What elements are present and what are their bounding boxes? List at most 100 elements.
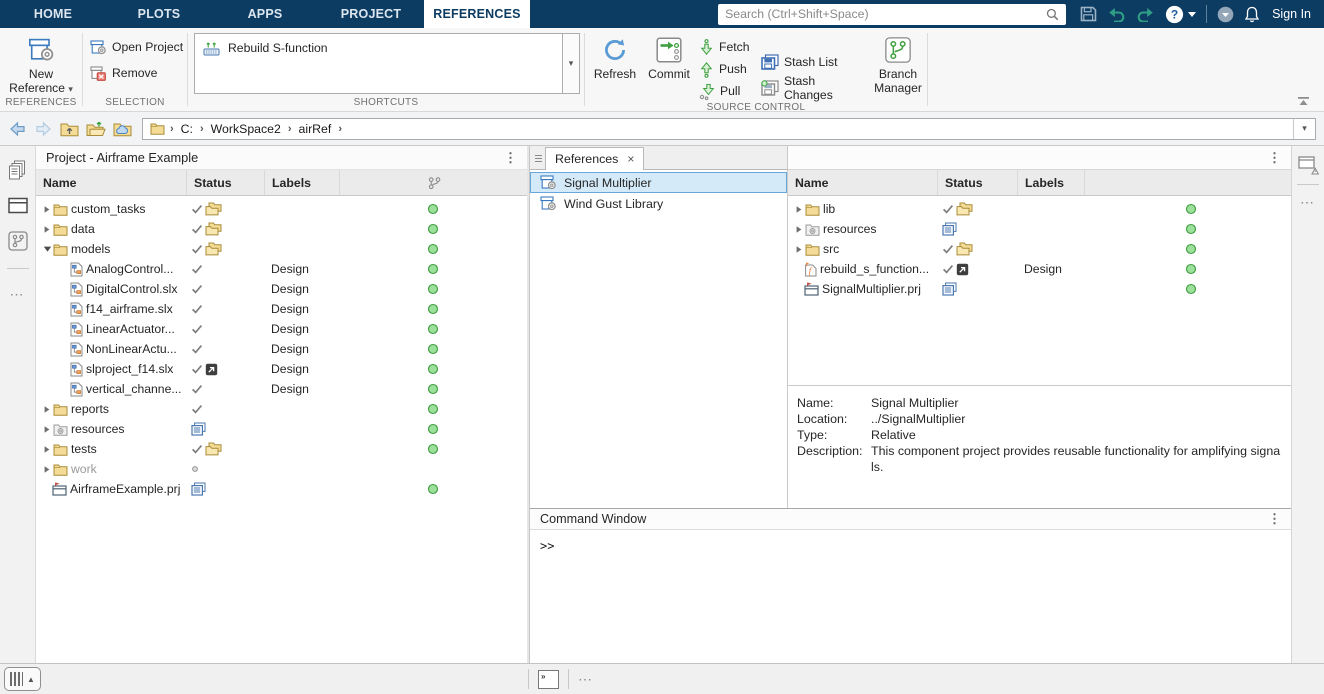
tree-row[interactable]: AirframeExample.prj [36, 479, 527, 499]
tree-row[interactable]: work [36, 459, 527, 479]
push-button[interactable]: Push [699, 58, 757, 80]
expander-collapsed-icon[interactable] [793, 205, 805, 214]
save-button[interactable] [1080, 6, 1097, 22]
search-input[interactable] [725, 7, 1046, 21]
files-panel-icon[interactable] [8, 160, 27, 180]
reference-list-item[interactable]: Signal Multiplier [530, 172, 787, 193]
tree-row[interactable]: f14_airframe.slxDesign [36, 299, 527, 319]
global-search[interactable] [718, 4, 1066, 25]
folder-history-dropdown[interactable]: ▾ [1293, 119, 1315, 139]
breadcrumb-airref[interactable]: airRef [297, 122, 334, 136]
cloud-folder-button[interactable] [113, 121, 132, 137]
community-button[interactable] [1217, 6, 1234, 23]
tree-row[interactable]: reports [36, 399, 527, 419]
tree-row[interactable]: SignalMultiplier.prj [788, 279, 1291, 299]
help-button[interactable]: ? [1165, 5, 1196, 24]
project-checks-panel-icon[interactable] [1298, 156, 1319, 175]
ribbon-tab-home[interactable]: HOME [0, 0, 106, 28]
new-reference-button[interactable]: New Reference ▾ [8, 28, 74, 97]
more-tools-button[interactable]: ⋯ [578, 671, 594, 688]
more-panels-button[interactable]: ⋯ [10, 286, 26, 303]
shortcuts-dropdown-button[interactable]: ▾ [562, 34, 579, 93]
open-project-button[interactable]: Open Project [83, 37, 187, 57]
ribbon-tab-apps[interactable]: APPS [212, 0, 318, 28]
tree-row[interactable]: models [36, 239, 527, 259]
column-header-status[interactable]: Status [938, 170, 1018, 195]
expander-expanded-icon[interactable] [41, 245, 53, 253]
close-icon[interactable]: × [627, 152, 634, 166]
chevron-down-icon: ▾ [1302, 123, 1307, 134]
tree-row[interactable]: src [788, 239, 1291, 259]
tree-row[interactable]: NonLinearActu...Design [36, 339, 527, 359]
stash-changes-button[interactable]: Stash Changes [761, 75, 865, 101]
tree-row[interactable]: slproject_f14.slxDesign [36, 359, 527, 379]
ribbon-tab-plots[interactable]: PLOTS [106, 0, 212, 28]
browse-folder-button[interactable] [86, 121, 106, 137]
panel-menu-button[interactable]: ⋮ [1268, 150, 1281, 166]
expander-collapsed-icon[interactable] [41, 465, 53, 474]
undo-button[interactable] [1107, 7, 1126, 22]
minimize-toolstrip-button[interactable] [1297, 97, 1310, 106]
tree-row[interactable]: DigitalControl.slxDesign [36, 279, 527, 299]
fetch-button[interactable]: Fetch [699, 36, 757, 58]
panel-menu-button[interactable]: ⋮ [504, 150, 517, 166]
ribbon-tab-references[interactable]: REFERENCES [424, 0, 530, 28]
breadcrumb-workspace2[interactable]: WorkSpace2 [209, 122, 283, 136]
shortcut-rebuild-s-function[interactable]: Rebuild S-function [195, 37, 562, 59]
expander-collapsed-icon[interactable] [41, 225, 53, 234]
column-header-branch[interactable] [340, 170, 527, 195]
branch-manager-button[interactable]: Branch Manager [869, 28, 927, 102]
ribbon-tab-project[interactable]: PROJECT [318, 0, 424, 28]
commit-button[interactable]: Commit [643, 28, 695, 102]
command-window-popout-button[interactable]: » [538, 670, 559, 689]
expander-collapsed-icon[interactable] [41, 205, 53, 214]
panel-menu-button[interactable]: ⋮ [1268, 511, 1281, 527]
column-header-labels[interactable]: Labels [1018, 170, 1085, 195]
reference-list-item[interactable]: Wind Gust Library [530, 193, 787, 214]
tree-row[interactable]: custom_tasks [36, 199, 527, 219]
empty-area [788, 299, 1291, 385]
tree-row[interactable]: tests [36, 439, 527, 459]
current-folder-field[interactable]: › C: › WorkSpace2 › airRef › ▾ [142, 118, 1316, 140]
tree-row[interactable]: AnalogControl...Design [36, 259, 527, 279]
pull-button[interactable]: Pull [699, 80, 757, 102]
remove-button[interactable]: Remove [83, 63, 187, 83]
status-bar: ▲ » ⋯ [0, 663, 1324, 694]
expander-collapsed-icon[interactable] [41, 425, 53, 434]
refresh-button[interactable]: Refresh [591, 28, 639, 102]
column-header-labels[interactable]: Labels [265, 170, 340, 195]
source-control-panel-icon[interactable] [8, 231, 28, 251]
notifications-bell-icon[interactable] [1244, 6, 1260, 23]
redo-button[interactable] [1136, 7, 1155, 22]
stash-list-button[interactable]: Stash List [761, 49, 865, 75]
tree-row[interactable]: resources [36, 419, 527, 439]
expander-collapsed-icon[interactable] [41, 405, 53, 414]
sign-in-link[interactable]: Sign In [1272, 7, 1311, 21]
tree-row[interactable]: vertical_channe...Design [36, 379, 527, 399]
project-panel-icon[interactable] [8, 197, 28, 214]
tree-row[interactable]: frebuild_s_function...Design [788, 259, 1291, 279]
column-header-status[interactable]: Status [187, 170, 265, 195]
stash-list-icon [761, 54, 779, 70]
forward-button[interactable] [34, 121, 53, 137]
restore-layout-button[interactable]: ▲ [4, 667, 41, 691]
tree-row[interactable]: LinearActuator...Design [36, 319, 527, 339]
back-button[interactable] [8, 121, 27, 137]
breadcrumb-drive[interactable]: C: [179, 122, 195, 136]
tree-row[interactable]: data [36, 219, 527, 239]
more-panels-button[interactable]: ⋯ [1300, 194, 1316, 211]
tree-row[interactable]: resources [788, 219, 1291, 239]
up-one-level-button[interactable] [60, 121, 79, 137]
command-window[interactable]: >> [530, 530, 1291, 663]
tree-row[interactable]: lib [788, 199, 1291, 219]
expander-collapsed-icon[interactable] [793, 225, 805, 234]
status-cell [938, 282, 1018, 296]
expander-collapsed-icon[interactable] [41, 445, 53, 454]
expander-collapsed-icon[interactable] [793, 245, 805, 254]
tab-references[interactable]: References × [545, 147, 644, 170]
source-control-status-cell [340, 203, 527, 215]
panel-drag-handle-icon[interactable] [535, 155, 542, 162]
green-status-icon [427, 243, 439, 255]
column-header-name[interactable]: Name [788, 170, 938, 195]
column-header-name[interactable]: Name [36, 170, 187, 195]
